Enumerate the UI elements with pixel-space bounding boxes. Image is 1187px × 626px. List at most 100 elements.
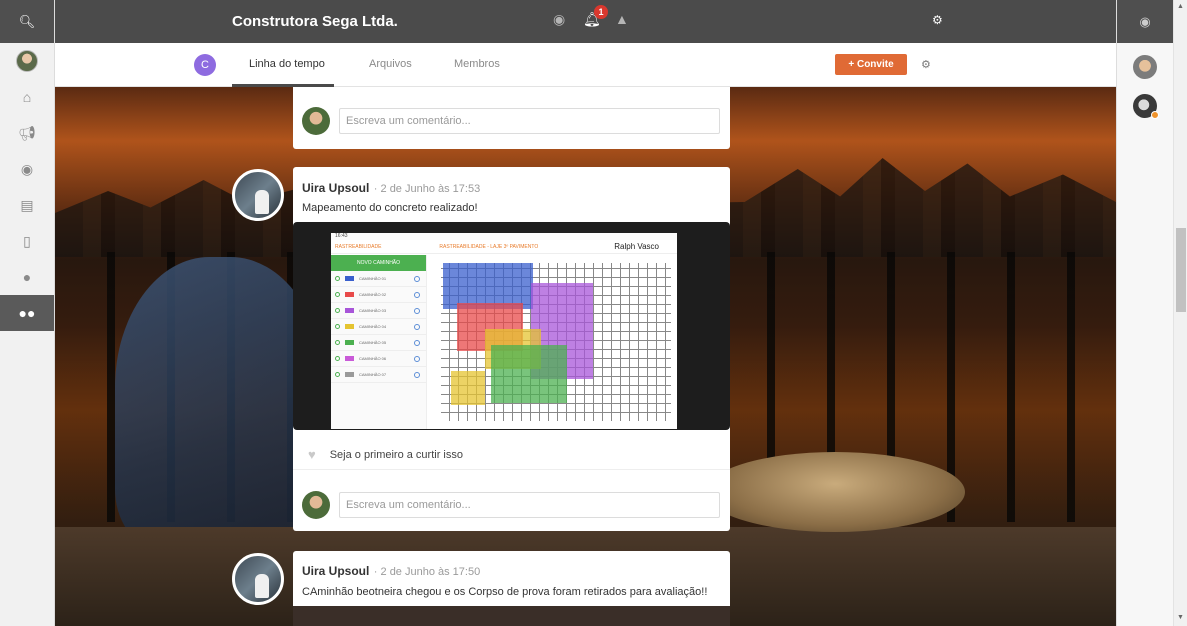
tab-files[interactable]: Arquivos bbox=[369, 58, 412, 70]
avatar[interactable] bbox=[1133, 94, 1159, 119]
user-name: Ralph Vasco bbox=[614, 242, 659, 251]
back-label: RASTREABILIDADE bbox=[335, 243, 382, 250]
status-dot bbox=[1151, 111, 1159, 119]
info-icon bbox=[414, 291, 420, 298]
top-header: Construtora Sega Ltda. ◉ 🔔︎ 1 ▲ ⚙︎ bbox=[55, 0, 1116, 43]
truck-row: CAMINHÃO 07 bbox=[331, 367, 426, 383]
group-subnav: C Linha do tempo Arquivos Membros + Conv… bbox=[55, 43, 1116, 87]
post-author[interactable]: Uira Upsoul bbox=[302, 181, 369, 195]
check-icon bbox=[335, 356, 340, 361]
app-header: RASTREABILIDADE RASTREABILIDADE - LAJE 3… bbox=[331, 240, 677, 254]
group-avatar[interactable]: C bbox=[194, 54, 216, 76]
invite-label: Convite bbox=[856, 59, 894, 70]
truck-list: NOVO CAMINHÃO CAMINHÃO 01 CAMINHÃO 02 CAMI… bbox=[331, 255, 427, 429]
scroll-up-icon[interactable]: ▲ bbox=[1177, 3, 1184, 10]
post-date[interactable]: · 2 de Junho às 17:50 bbox=[374, 566, 480, 578]
avatar bbox=[302, 107, 330, 135]
truck-icon bbox=[345, 276, 354, 281]
post-card: Uira Upsoul · 2 de Junho às 17:50 CAminh… bbox=[293, 551, 730, 626]
chat-bubbles-icon[interactable]: ◉ bbox=[553, 11, 565, 28]
document-icon[interactable]: ▤ bbox=[0, 187, 54, 223]
invite-button[interactable]: + Convite bbox=[835, 54, 907, 75]
new-truck-button: NOVO CAMINHÃO bbox=[331, 255, 426, 271]
group-settings-gear-icon[interactable]: ⚙︎ bbox=[921, 58, 931, 71]
megaphone-icon[interactable]: 📢︎ bbox=[0, 115, 54, 151]
truck-label: CAMINHÃO 02 bbox=[359, 292, 387, 297]
group-icon[interactable]: ●● bbox=[0, 295, 54, 331]
left-sidebar: 🔍︎ ⌂ 📢︎ ◉ ▤ ▯ ● ●● bbox=[0, 0, 55, 626]
check-icon bbox=[335, 292, 340, 297]
truck-label: CAMINHÃO 03 bbox=[359, 308, 387, 313]
floor-plan bbox=[441, 263, 671, 421]
zone-yellow-2 bbox=[451, 371, 485, 405]
truck-row: CAMINHÃO 04 bbox=[331, 319, 426, 335]
chat-icon[interactable]: ◉ bbox=[0, 151, 54, 187]
scrollbar-thumb[interactable] bbox=[1176, 228, 1186, 312]
scroll-down-icon[interactable]: ▼ bbox=[1177, 614, 1184, 621]
info-icon bbox=[414, 339, 420, 346]
user-icon[interactable]: ● bbox=[0, 259, 54, 295]
post-author[interactable]: Uira Upsoul bbox=[302, 564, 369, 578]
avatar[interactable] bbox=[1133, 55, 1157, 79]
truck-row: CAMINHÃO 01 bbox=[331, 271, 426, 287]
check-icon bbox=[335, 308, 340, 313]
tablet-screenshot: 16:43 RASTREABILIDADE RASTREABILIDADE - … bbox=[331, 233, 677, 429]
truck-row: CAMINHÃO 03 bbox=[331, 303, 426, 319]
truck-icon bbox=[345, 324, 354, 329]
truck-label: CAMINHÃO 05 bbox=[359, 340, 387, 345]
truck-label: CAMINHÃO 07 bbox=[359, 372, 387, 377]
tab-members[interactable]: Membros bbox=[454, 58, 500, 70]
check-icon bbox=[335, 372, 340, 377]
truck-icon bbox=[345, 372, 354, 377]
tablet-icon[interactable]: ▯ bbox=[0, 223, 54, 259]
previous-post-comment-card bbox=[293, 87, 730, 149]
status-bar: 16:43 bbox=[331, 233, 677, 240]
post-text: Mapeamento do concreto realizado! bbox=[302, 202, 478, 214]
scrollbar[interactable]: ▲ ▼ bbox=[1173, 0, 1187, 626]
info-icon bbox=[414, 371, 420, 378]
heart-icon[interactable]: ♥ bbox=[308, 447, 316, 462]
avatar bbox=[16, 50, 38, 72]
info-icon bbox=[414, 355, 420, 362]
info-icon bbox=[414, 275, 420, 282]
chat-toggle-icon[interactable]: ◉ bbox=[1117, 0, 1173, 43]
screen-title: RASTREABILIDADE - LAJE 3º PAVIMENTO bbox=[439, 243, 539, 250]
truck-label: CAMINHÃO 06 bbox=[359, 356, 387, 361]
post-image[interactable]: 16:43 RASTREABILIDADE RASTREABILIDADE - … bbox=[293, 222, 730, 430]
truck-row: CAMINHÃO 05 bbox=[331, 335, 426, 351]
search-icon[interactable]: 🔍︎ bbox=[0, 0, 54, 43]
post-date[interactable]: · 2 de Junho às 17:53 bbox=[374, 183, 480, 195]
comment-input[interactable] bbox=[339, 108, 720, 134]
truck-icon bbox=[345, 292, 354, 297]
info-icon bbox=[414, 323, 420, 330]
settings-gear-icon[interactable]: ⚙︎ bbox=[932, 13, 943, 27]
comment-input[interactable] bbox=[339, 492, 720, 518]
home-icon[interactable]: ⌂ bbox=[0, 79, 54, 115]
like-row: ♥ Seja o primeiro a curtir isso bbox=[293, 440, 730, 470]
right-sidebar: ◉ bbox=[1116, 0, 1173, 626]
post-author-avatar[interactable] bbox=[232, 169, 284, 221]
truck-icon bbox=[345, 308, 354, 313]
check-icon bbox=[335, 324, 340, 329]
truck-icon bbox=[345, 340, 354, 345]
post-author-avatar[interactable] bbox=[232, 553, 284, 605]
page-title: Construtora Sega Ltda. bbox=[232, 13, 398, 30]
truck-label: CAMINHÃO 01 bbox=[359, 276, 387, 281]
tab-timeline[interactable]: Linha do tempo bbox=[249, 58, 325, 70]
table-image bbox=[705, 452, 965, 532]
notification-badge: 1 bbox=[594, 5, 608, 19]
truck-icon bbox=[345, 356, 354, 361]
truck-label: CAMINHÃO 04 bbox=[359, 324, 387, 329]
plus-icon: + bbox=[848, 59, 857, 70]
zone-green bbox=[491, 345, 567, 403]
warning-icon[interactable]: ▲ bbox=[615, 11, 629, 27]
post-text: CAminhão beotneira chegou e os Corpso de… bbox=[302, 586, 708, 598]
truck-row: CAMINHÃO 02 bbox=[331, 287, 426, 303]
user-avatar[interactable] bbox=[0, 43, 54, 79]
check-icon bbox=[335, 276, 340, 281]
check-icon bbox=[335, 340, 340, 345]
post-image[interactable] bbox=[293, 606, 730, 626]
avatar bbox=[302, 491, 330, 519]
info-icon bbox=[414, 307, 420, 314]
truck-row: CAMINHÃO 06 bbox=[331, 351, 426, 367]
